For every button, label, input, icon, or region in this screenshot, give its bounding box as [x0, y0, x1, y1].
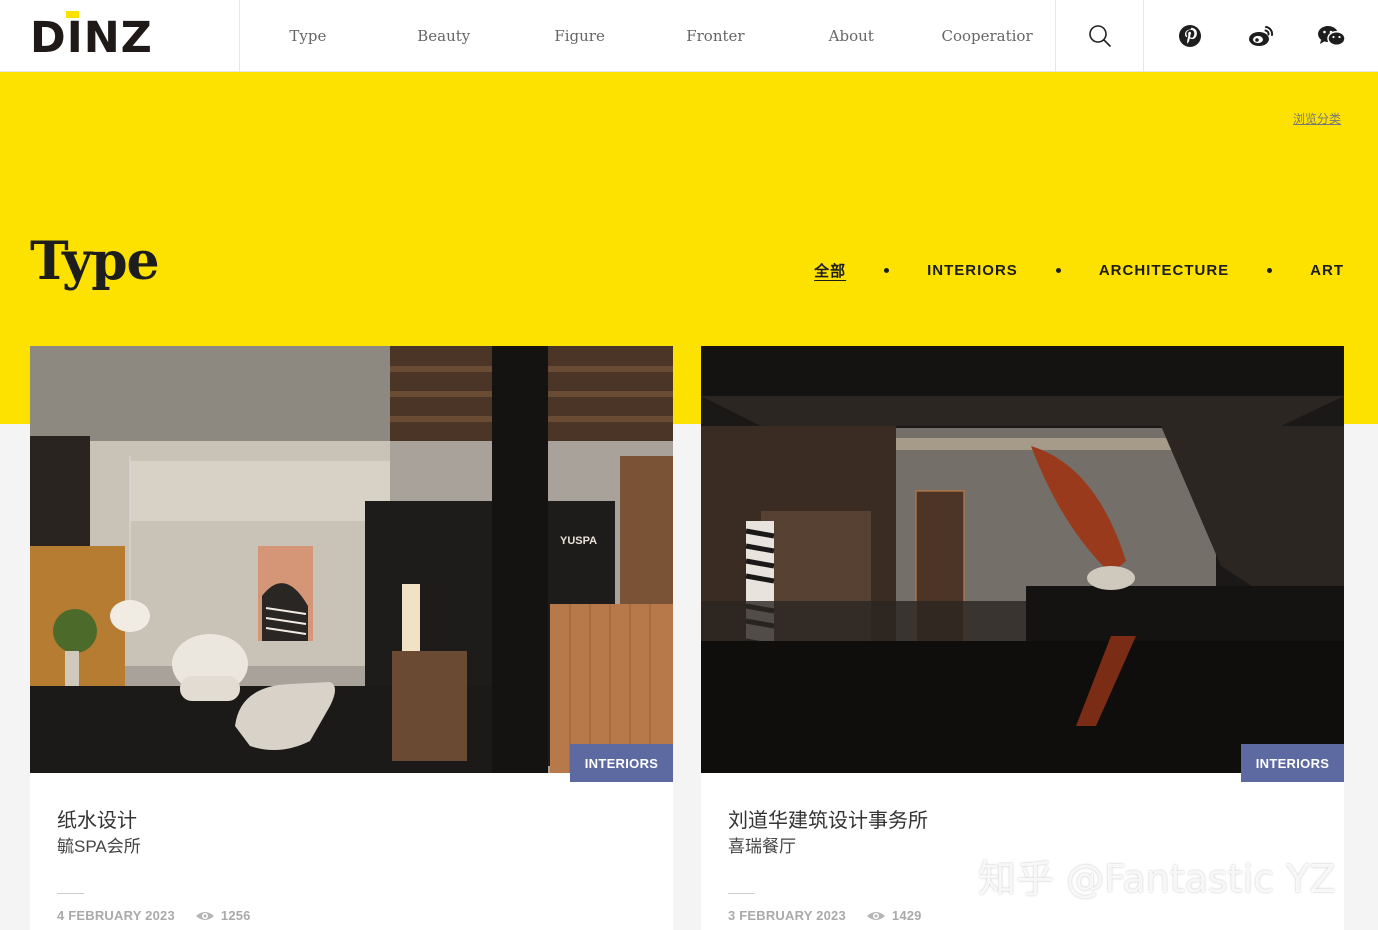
post-card[interactable]: INTERIORS 刘道华建筑设计事务所 喜瑞餐厅 3 FEBRUARY 202… — [701, 346, 1344, 930]
post-subtitle: 毓SPA会所 — [57, 837, 141, 856]
eye-icon — [866, 911, 885, 920]
search-button[interactable] — [1055, 0, 1143, 71]
watermark: 知乎 @Fantastic YZ — [978, 857, 1336, 901]
filter-separator — [1055, 268, 1061, 273]
photo-sign-text: YUSPA — [560, 535, 597, 547]
nav-item-figure[interactable]: Figure — [512, 0, 648, 71]
nav-item-cooperation[interactable]: Cooperatior — [919, 0, 1055, 71]
social-links — [1143, 0, 1378, 71]
logo-cell[interactable]: DINZ — [0, 0, 240, 71]
filter-interiors[interactable]: INTERIORS — [927, 262, 1018, 279]
post-meta: 3 FEBRUARY 2023 1429 — [728, 908, 922, 923]
category-tag[interactable]: INTERIORS — [570, 744, 673, 782]
post-card[interactable]: YUSPA INTERIORS 纸水设计 毓SPA会所 4 FEBRUARY 2… — [30, 346, 673, 930]
view-count-value: 1429 — [891, 908, 922, 923]
page-title: Type — [30, 231, 160, 292]
nav-item-about[interactable]: About — [783, 0, 919, 71]
post-image[interactable] — [701, 346, 1344, 773]
logo[interactable]: DINZ — [30, 17, 153, 60]
category-filters: 全部 INTERIORS ARCHITECTURE ART — [814, 260, 1344, 281]
filter-separator — [884, 268, 890, 273]
search-icon — [1088, 24, 1111, 47]
view-count: 1256 — [195, 908, 251, 923]
filter-architecture[interactable]: ARCHITECTURE — [1099, 262, 1229, 279]
divider — [728, 893, 755, 894]
browse-categories-link[interactable]: 浏览分类 — [1293, 110, 1341, 127]
weibo-icon — [1248, 25, 1274, 46]
view-count-value: 1256 — [220, 908, 251, 923]
post-date: 4 FEBRUARY 2023 — [57, 908, 175, 923]
wechat-link[interactable] — [1316, 20, 1348, 52]
wechat-icon — [1318, 25, 1347, 46]
main-nav: Type Beauty Figure Fronter About Coopera… — [240, 0, 1055, 71]
pinterest-icon — [1178, 24, 1201, 47]
filter-all[interactable]: 全部 — [814, 260, 846, 281]
divider — [57, 893, 84, 894]
nav-item-type[interactable]: Type — [240, 0, 376, 71]
weibo-link[interactable] — [1245, 20, 1277, 52]
category-tag[interactable]: INTERIORS — [1241, 744, 1344, 782]
post-date: 3 FEBRUARY 2023 — [728, 908, 846, 923]
view-count: 1429 — [866, 908, 922, 923]
site-header: DINZ Type Beauty Figure Fronter About Co… — [0, 0, 1378, 72]
filter-separator — [1267, 268, 1273, 273]
post-title[interactable]: 纸水设计 — [57, 804, 137, 833]
filter-art[interactable]: ART — [1310, 262, 1344, 279]
post-subtitle: 喜瑞餐厅 — [728, 837, 796, 856]
post-meta: 4 FEBRUARY 2023 1256 — [57, 908, 251, 923]
eye-icon — [195, 911, 214, 920]
post-image[interactable]: YUSPA — [30, 346, 673, 773]
nav-item-fronter[interactable]: Fronter — [647, 0, 783, 71]
post-title[interactable]: 刘道华建筑设计事务所 — [728, 804, 928, 833]
pinterest-link[interactable] — [1174, 20, 1206, 52]
nav-item-beauty[interactable]: Beauty — [376, 0, 512, 71]
